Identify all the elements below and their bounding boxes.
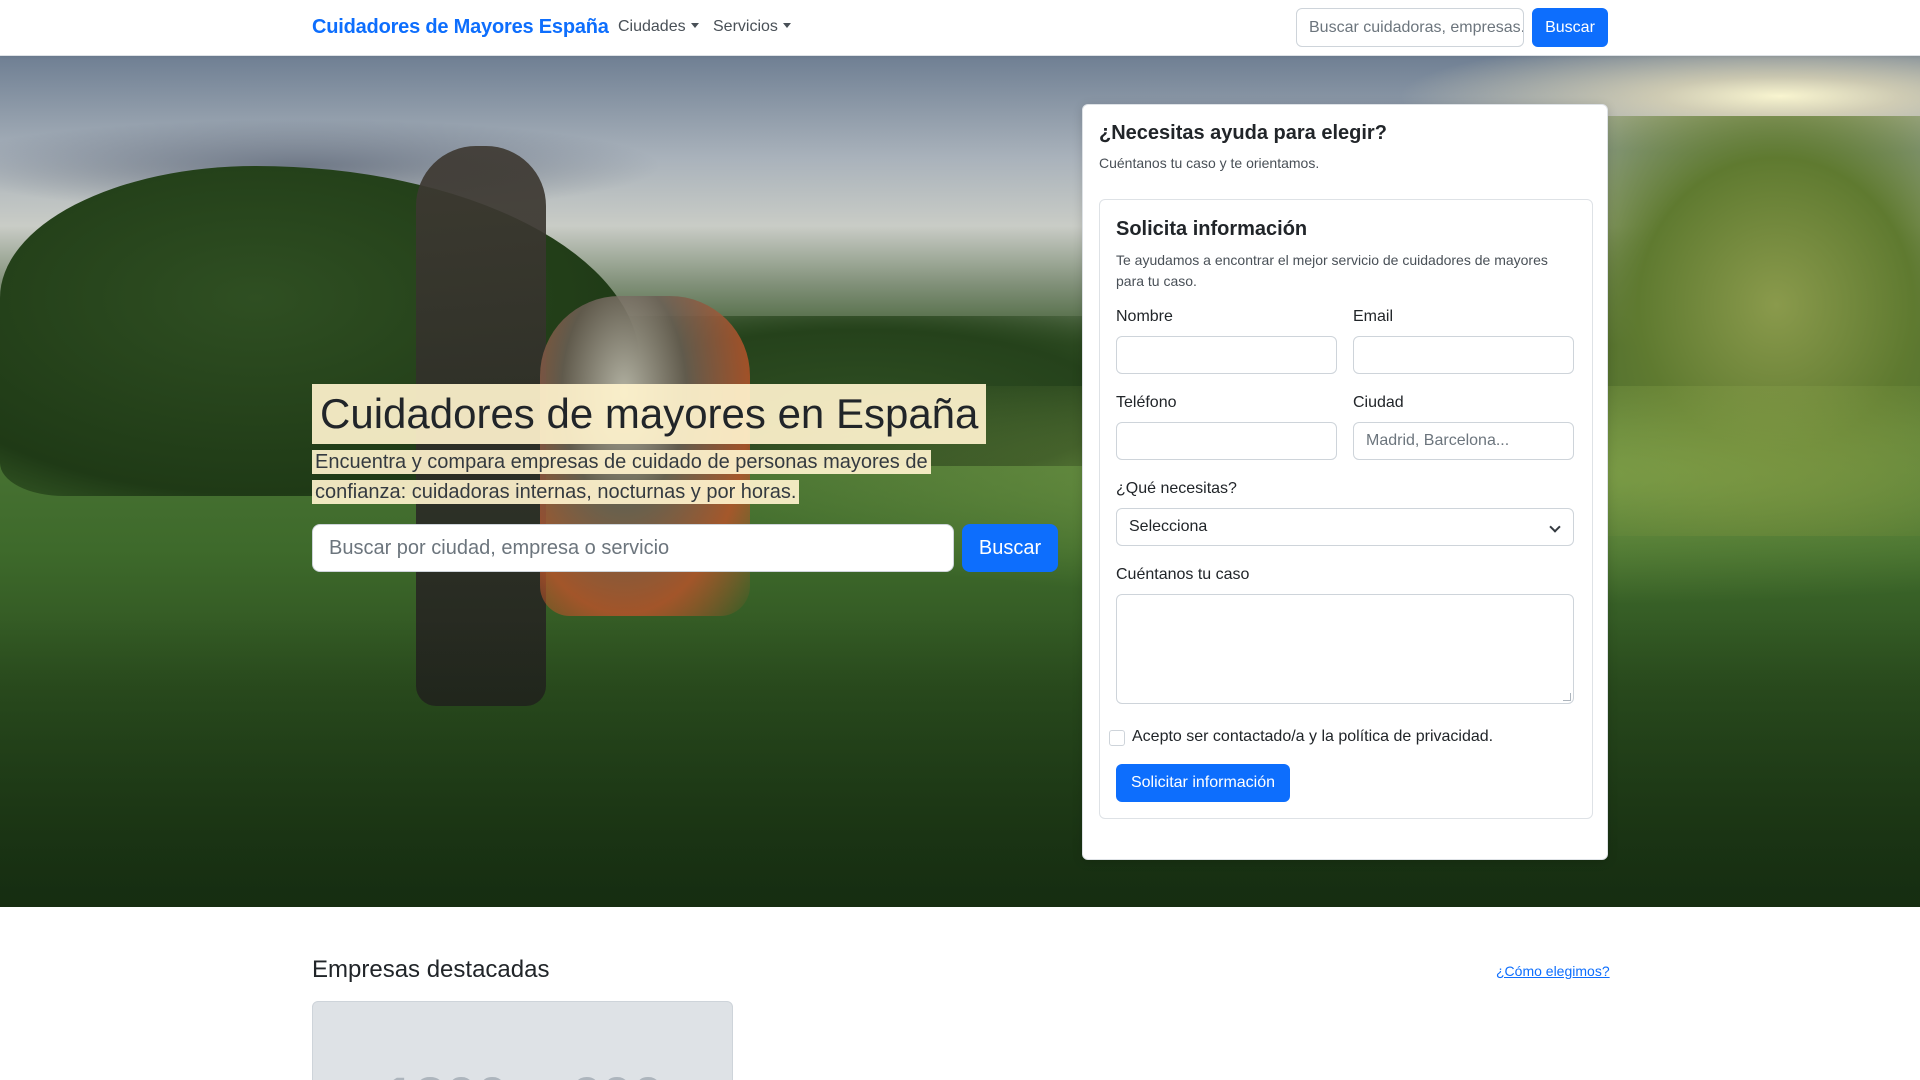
hero-background-shadow xyxy=(0,616,1920,907)
company-card-image[interactable]: 1200 x 600 xyxy=(312,1001,733,1080)
phone-field[interactable] xyxy=(1116,422,1337,460)
phone-label: Teléfono xyxy=(1116,394,1177,411)
how-we-choose-link[interactable]: ¿Cómo elegimos? xyxy=(1496,963,1610,979)
case-label: Cuéntanos tu caso xyxy=(1116,566,1250,583)
need-select[interactable]: Selecciona xyxy=(1116,508,1574,546)
email-label: Email xyxy=(1353,308,1394,325)
chevron-down-icon xyxy=(1549,521,1561,533)
caret-down-icon xyxy=(782,23,791,28)
consent-label[interactable]: Acepto ser contactado/a y la política de… xyxy=(1132,728,1493,746)
form-title: Solicita información xyxy=(1116,218,1308,240)
navbar: Cuidadores de Mayores España Ciudades Se… xyxy=(0,0,1920,56)
name-label: Nombre xyxy=(1116,308,1173,325)
request-form: Solicita información Te ayudamos a encon… xyxy=(1099,199,1593,819)
brand-link[interactable]: Cuidadores de Mayores España xyxy=(312,16,609,39)
email-field[interactable] xyxy=(1353,336,1574,374)
hero-subtitle: Encuentra y compara empresas de cuidado … xyxy=(312,447,1012,507)
featured-title: Empresas destacadas xyxy=(312,956,550,983)
need-select-value: Selecciona xyxy=(1129,518,1208,535)
image-placeholder-text: 1200 x 600 xyxy=(313,1064,732,1080)
resize-grip-icon[interactable] xyxy=(1563,693,1571,701)
hero-search-input[interactable]: Buscar por ciudad, empresa o servicio xyxy=(312,524,954,572)
hero-title: Cuidadores de mayores en España xyxy=(312,384,987,444)
nav-dropdown-ciudades[interactable]: Ciudades xyxy=(618,18,699,36)
city-field[interactable]: Madrid, Barcelona... xyxy=(1353,422,1574,460)
hero-subtitle-text: Encuentra y compara empresas de cuidado … xyxy=(312,450,931,504)
consent-checkbox[interactable] xyxy=(1109,730,1125,746)
nav-dropdown-servicios[interactable]: Servicios xyxy=(713,18,791,36)
help-card-subtitle: Cuéntanos tu caso y te orientamos. xyxy=(1099,155,1320,171)
nav-search-input[interactable]: Buscar cuidadoras, empresas... xyxy=(1296,8,1524,47)
caret-down-icon xyxy=(690,23,699,28)
nav-dropdown-label: Servicios xyxy=(713,18,778,35)
need-label: ¿Qué necesitas? xyxy=(1116,480,1237,497)
help-card-title: ¿Necesitas ayuda para elegir? xyxy=(1099,122,1387,144)
case-textarea[interactable] xyxy=(1116,594,1574,704)
hero-search-button[interactable]: Buscar xyxy=(962,524,1058,572)
form-description: Te ayudamos a encontrar el mejor servici… xyxy=(1116,252,1548,289)
nav-dropdown-label: Ciudades xyxy=(618,18,686,35)
nav-search-button[interactable]: Buscar xyxy=(1532,8,1608,47)
city-label: Ciudad xyxy=(1353,394,1404,411)
submit-button[interactable]: Solicitar información xyxy=(1116,764,1290,802)
name-field[interactable] xyxy=(1116,336,1337,374)
help-card: ¿Necesitas ayuda para elegir? Cuéntanos … xyxy=(1082,104,1608,860)
